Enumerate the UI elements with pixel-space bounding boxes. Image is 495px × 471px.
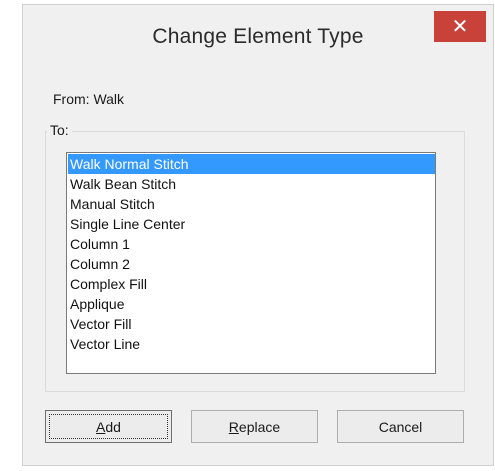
from-label: From: Walk (53, 91, 125, 107)
dialog-title: Change Element Type (152, 25, 364, 48)
cancel-button[interactable]: Cancel (337, 410, 464, 443)
replace-label-rest: eplace (238, 418, 281, 435)
list-item[interactable]: Single Line Center (68, 214, 435, 234)
focus-rectangle (49, 414, 168, 439)
list-item[interactable]: Walk Normal Stitch (68, 154, 435, 174)
close-icon: ✕ (451, 16, 469, 38)
list-item[interactable]: Applique (68, 294, 435, 314)
list-item[interactable]: Manual Stitch (68, 194, 435, 214)
list-item[interactable]: Vector Line (68, 334, 435, 354)
replace-button[interactable]: Replace (191, 410, 318, 443)
to-group-legend: To: (47, 122, 72, 138)
replace-mnemonic: R (228, 418, 239, 435)
replace-button-label: Replace (229, 419, 280, 435)
title-bar[interactable]: Change Element Type ✕ (23, 5, 493, 67)
add-button[interactable]: Add (45, 410, 172, 443)
change-element-type-dialog: Change Element Type ✕ From: Walk To: Wal… (22, 4, 494, 466)
element-type-listbox[interactable]: Walk Normal Stitch Walk Bean Stitch Manu… (66, 152, 436, 374)
close-button[interactable]: ✕ (434, 11, 486, 42)
list-item[interactable]: Column 2 (68, 254, 435, 274)
list-item[interactable]: Complex Fill (68, 274, 435, 294)
list-item[interactable]: Vector Fill (68, 314, 435, 334)
list-item[interactable]: Walk Bean Stitch (68, 174, 435, 194)
list-item[interactable]: Column 1 (68, 234, 435, 254)
